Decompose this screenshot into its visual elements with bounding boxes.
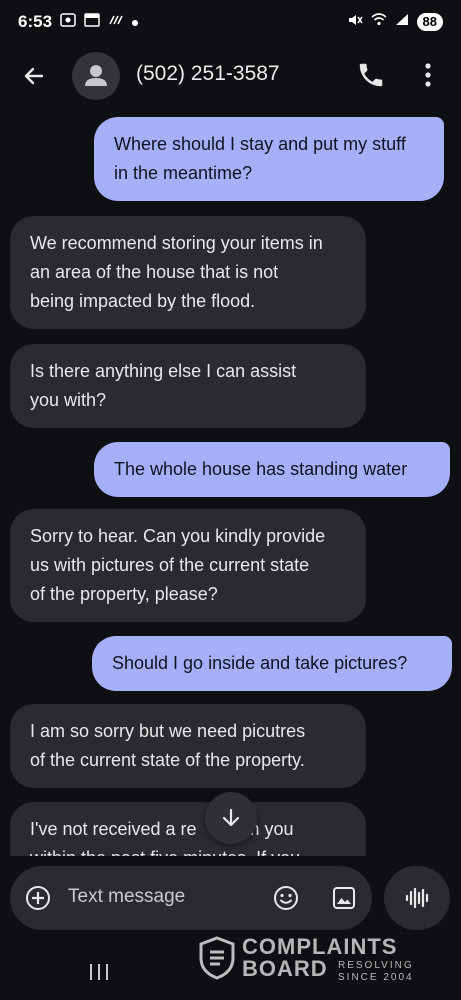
more-options-button[interactable] [414, 58, 442, 92]
status-bar-right: 88 [347, 13, 443, 32]
message-input[interactable]: Text message [68, 886, 185, 908]
message-line: I've not received a re om you [30, 815, 346, 844]
mute-icon [347, 13, 363, 32]
message-line: us with pictures of the current state [30, 555, 310, 575]
message-line: The whole house has standing water [114, 459, 408, 479]
back-button[interactable] [18, 60, 50, 92]
phone-icon [359, 63, 383, 87]
message-bubble-incoming[interactable]: I am so sorry but we need picutres of th… [10, 704, 366, 788]
message-line: you with? [30, 390, 107, 410]
message-bubble-incoming[interactable]: Is there anything else I can assist you … [10, 344, 366, 428]
emoji-icon [274, 886, 298, 910]
message-text-fragment: I've not received a re [30, 819, 197, 839]
message-line: Sorry to hear. Can you kindly provide [30, 526, 326, 546]
message-line: being impacted by the flood. [30, 291, 256, 311]
message-line: Is there anything else I can assist [30, 361, 297, 381]
message-line: Where should I stay and put my stuff [114, 134, 406, 154]
watermark-subtitle: BOARD [242, 956, 328, 981]
back-arrow-icon [24, 67, 44, 85]
voice-waveform-icon [405, 887, 429, 909]
message-line: an area of the house that is not [30, 262, 279, 282]
status-bar-left: 6:53 [18, 12, 139, 32]
message-line: Should I go inside and take pictures? [112, 653, 408, 673]
wifi-icon [371, 13, 387, 31]
complaints-board-logo-icon [199, 936, 235, 980]
screenshot-icon [60, 12, 76, 32]
dot-icon [132, 13, 139, 31]
message-bubble-incoming[interactable]: We recommend storing your items in an ar… [10, 216, 366, 329]
contact-avatar[interactable] [72, 52, 120, 100]
gallery-icon [333, 887, 355, 909]
message-line: I am so sorry but we need picutres [30, 721, 306, 741]
message-line: of the property, please? [30, 584, 218, 604]
signal-icon [395, 13, 409, 31]
message-bubble-outgoing[interactable]: Should I go inside and take pictures? [92, 636, 452, 691]
scroll-down-arrow-icon [222, 808, 240, 827]
emoji-button[interactable] [272, 884, 300, 912]
gallery-button[interactable] [330, 884, 358, 912]
contact-title[interactable]: (502) 251-3587 [136, 62, 280, 86]
message-line: of the current state of the property. [30, 750, 305, 770]
message-bubble-outgoing[interactable]: Where should I stay and put my stuff in … [94, 117, 444, 201]
message-line: in the meantime? [114, 163, 253, 183]
watermark-tagline: RESOLVING [338, 960, 414, 971]
message-line: We recommend storing your items in [30, 233, 323, 253]
person-avatar-icon [85, 65, 107, 86]
watermark-tagline: SINCE 2004 [338, 972, 414, 983]
message-list[interactable]: Where should I stay and put my stuff in … [0, 112, 461, 856]
message-bubble-incoming[interactable]: I've not received a reom you within the … [10, 802, 366, 856]
message-line: within the past five minutes. If you [30, 844, 346, 856]
battery-indicator: 88 [416, 13, 443, 31]
more-vert-icon [425, 63, 431, 87]
watermark: COMPLAINTS BOARD RESOLVING SINCE 2004 [198, 934, 458, 983]
status-bar: 6:53 88 [0, 0, 461, 44]
conversation-header: (502) 251-3587 [0, 48, 461, 104]
recents-button[interactable] [88, 962, 110, 987]
calendar-icon [84, 12, 100, 32]
message-bubble-incoming[interactable]: Sorry to hear. Can you kindly provide us… [10, 509, 366, 622]
status-time: 6:53 [18, 12, 53, 31]
voice-message-button[interactable] [384, 866, 450, 930]
message-bubble-outgoing[interactable]: The whole house has standing water [94, 442, 450, 497]
recents-icon [90, 964, 108, 980]
call-button[interactable] [356, 60, 386, 90]
notification-icon [108, 13, 124, 31]
scroll-to-bottom-button[interactable] [205, 792, 257, 844]
message-composer[interactable]: Text message [10, 866, 372, 930]
add-circle-icon [26, 886, 50, 910]
add-attachment-button[interactable] [24, 884, 52, 912]
